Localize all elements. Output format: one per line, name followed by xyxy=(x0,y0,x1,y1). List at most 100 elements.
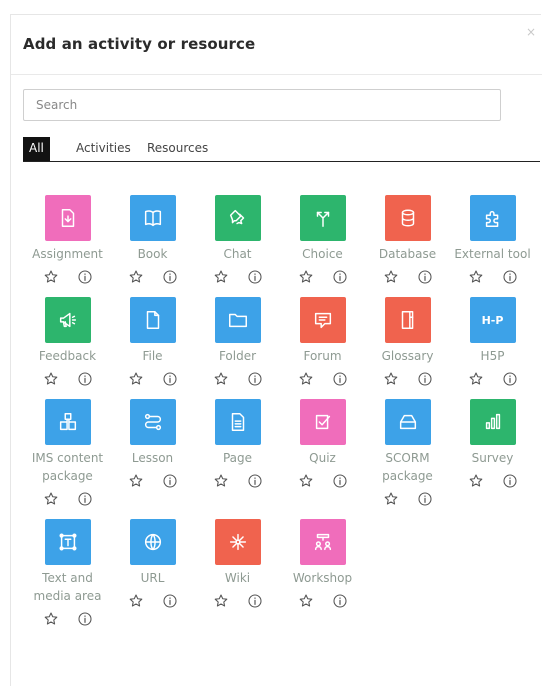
star-icon[interactable] xyxy=(383,491,399,507)
activity-actions xyxy=(128,267,178,287)
activity-label: Wiki xyxy=(224,571,251,585)
activity-label: H5P xyxy=(480,349,505,363)
activity-actions xyxy=(383,489,433,509)
star-icon[interactable] xyxy=(213,371,229,387)
star-icon[interactable] xyxy=(43,491,59,507)
info-icon[interactable] xyxy=(502,473,518,489)
activity-item-quiz[interactable]: Quiz xyxy=(280,399,365,509)
activity-label: Book xyxy=(137,247,168,261)
activity-item-wiki[interactable]: Wiki xyxy=(195,519,280,629)
activity-item-text-and-media-area[interactable]: Text and media area xyxy=(25,519,110,629)
info-icon[interactable] xyxy=(332,593,348,609)
activity-actions xyxy=(213,471,263,491)
activity-actions xyxy=(128,471,178,491)
star-icon[interactable] xyxy=(43,611,59,627)
activity-item-page[interactable]: Page xyxy=(195,399,280,509)
glossary-icon xyxy=(384,297,431,343)
info-icon[interactable] xyxy=(162,371,178,387)
info-icon[interactable] xyxy=(247,473,263,489)
activity-item-choice[interactable]: Choice xyxy=(280,195,365,287)
star-icon[interactable] xyxy=(298,269,314,285)
activity-item-assignment[interactable]: Assignment xyxy=(25,195,110,287)
star-icon[interactable] xyxy=(383,371,399,387)
activity-actions xyxy=(383,267,433,287)
tab-resources[interactable]: Resources xyxy=(141,137,214,161)
file-icon xyxy=(129,297,176,343)
star-icon[interactable] xyxy=(43,371,59,387)
star-icon[interactable] xyxy=(128,269,144,285)
info-icon[interactable] xyxy=(247,269,263,285)
activity-item-database[interactable]: Database xyxy=(365,195,450,287)
star-icon[interactable] xyxy=(213,269,229,285)
star-icon[interactable] xyxy=(213,473,229,489)
star-icon[interactable] xyxy=(128,593,144,609)
info-icon[interactable] xyxy=(502,269,518,285)
activity-item-lesson[interactable]: Lesson xyxy=(110,399,195,509)
info-icon[interactable] xyxy=(332,269,348,285)
info-icon[interactable] xyxy=(77,611,93,627)
info-icon[interactable] xyxy=(332,371,348,387)
star-icon[interactable] xyxy=(298,593,314,609)
folder-icon xyxy=(214,297,261,343)
activity-actions xyxy=(298,267,348,287)
activity-item-forum[interactable]: Forum xyxy=(280,297,365,389)
star-icon[interactable] xyxy=(383,269,399,285)
activity-item-workshop[interactable]: Workshop xyxy=(280,519,365,629)
activity-label: Lesson xyxy=(131,451,174,465)
star-icon[interactable] xyxy=(213,593,229,609)
activity-grid: Assignment Book Chat Choice Database External… xyxy=(25,195,543,629)
activity-item-h5p[interactable]: H-P H5P xyxy=(450,297,535,389)
wiki-icon xyxy=(214,519,261,565)
activity-item-survey[interactable]: Survey xyxy=(450,399,535,509)
text-media-icon xyxy=(44,519,91,565)
tab-activities[interactable]: Activities xyxy=(70,137,137,161)
info-icon[interactable] xyxy=(247,371,263,387)
activity-item-folder[interactable]: Folder xyxy=(195,297,280,389)
activity-item-ims-content-package[interactable]: IMS content package xyxy=(25,399,110,509)
star-icon[interactable] xyxy=(468,473,484,489)
star-icon[interactable] xyxy=(128,371,144,387)
activity-label: File xyxy=(142,349,163,363)
info-icon[interactable] xyxy=(162,593,178,609)
info-icon[interactable] xyxy=(162,269,178,285)
info-icon[interactable] xyxy=(77,371,93,387)
activity-item-glossary[interactable]: Glossary xyxy=(365,297,450,389)
activity-item-file[interactable]: File xyxy=(110,297,195,389)
info-icon[interactable] xyxy=(77,269,93,285)
activity-actions xyxy=(43,369,93,389)
page-icon xyxy=(214,399,261,445)
info-icon[interactable] xyxy=(417,491,433,507)
info-icon[interactable] xyxy=(502,371,518,387)
star-icon[interactable] xyxy=(43,269,59,285)
activity-actions xyxy=(298,591,348,611)
survey-icon xyxy=(469,399,516,445)
star-icon[interactable] xyxy=(128,473,144,489)
ims-package-icon xyxy=(44,399,91,445)
activity-actions xyxy=(298,369,348,389)
activity-item-url[interactable]: URL xyxy=(110,519,195,629)
close-icon[interactable]: × xyxy=(526,25,536,39)
star-icon[interactable] xyxy=(298,371,314,387)
chat-icon xyxy=(214,195,261,241)
activity-item-scorm-package[interactable]: SCORM package xyxy=(365,399,450,509)
activity-actions xyxy=(383,369,433,389)
star-icon[interactable] xyxy=(468,269,484,285)
search-input[interactable] xyxy=(23,89,501,121)
info-icon[interactable] xyxy=(332,473,348,489)
activity-actions xyxy=(43,489,93,509)
info-icon[interactable] xyxy=(247,593,263,609)
star-icon[interactable] xyxy=(298,473,314,489)
info-icon[interactable] xyxy=(417,269,433,285)
activity-item-feedback[interactable]: Feedback xyxy=(25,297,110,389)
info-icon[interactable] xyxy=(77,491,93,507)
activity-item-external-tool[interactable]: External tool xyxy=(450,195,535,287)
tab-all[interactable]: All xyxy=(23,137,50,161)
activity-item-book[interactable]: Book xyxy=(110,195,195,287)
activity-label: Text and media area xyxy=(33,571,102,603)
activity-item-chat[interactable]: Chat xyxy=(195,195,280,287)
info-icon[interactable] xyxy=(417,371,433,387)
star-icon[interactable] xyxy=(468,371,484,387)
info-icon[interactable] xyxy=(162,473,178,489)
activity-label: Survey xyxy=(471,451,514,465)
activity-actions xyxy=(43,609,93,629)
